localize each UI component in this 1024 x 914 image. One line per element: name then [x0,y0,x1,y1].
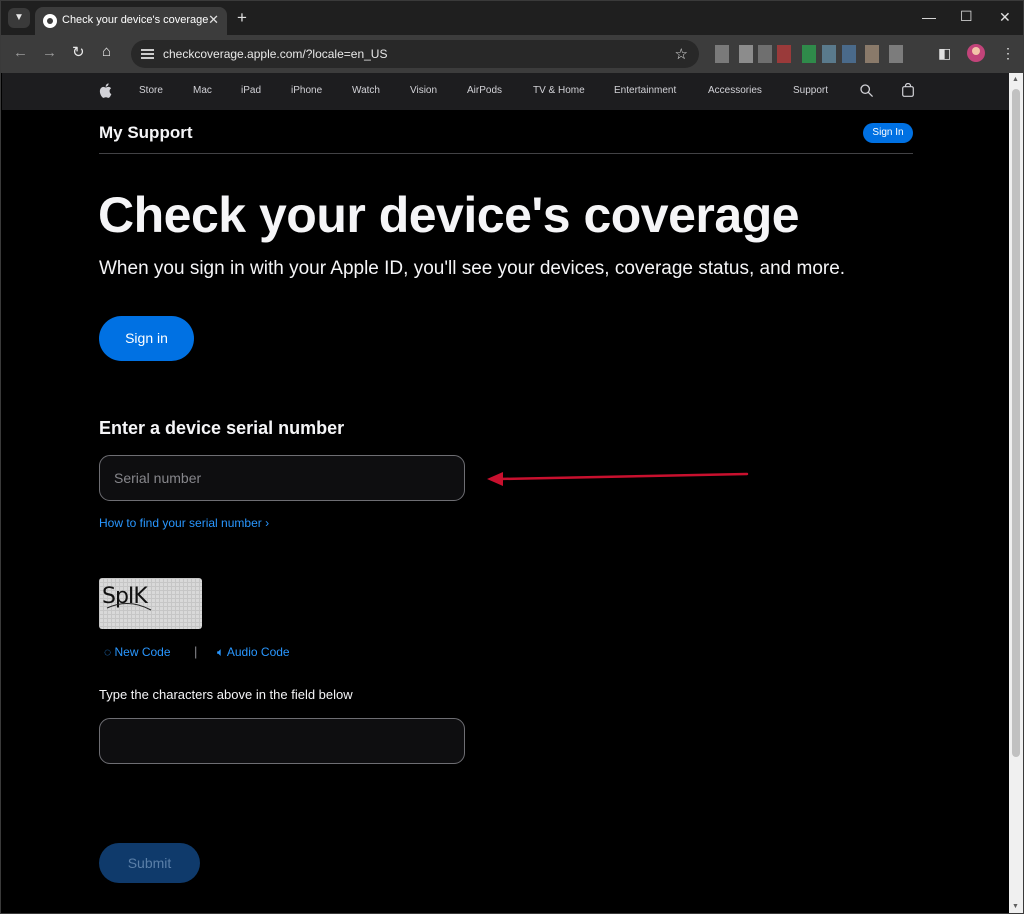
nav-item-accessories[interactable]: Accessories [708,85,762,96]
captcha-instruction: Type the characters above in the field b… [99,687,353,702]
page-subtitle: When you sign in with your Apple ID, you… [99,258,846,279]
tab-search-button[interactable]: ▼ [8,8,30,28]
extension-icon[interactable] [715,45,729,63]
tab-title: Check your device's coverage [62,14,209,26]
apple-logo-icon[interactable] [99,83,112,98]
refresh-icon: ◌ [104,645,112,659]
home-icon[interactable]: ⌂ [102,43,111,60]
nav-item-entertainment[interactable]: Entertainment [614,85,676,96]
new-code-link[interactable]: ◌ New Code [104,645,171,659]
nav-item-airpods[interactable]: AirPods [467,85,502,96]
nav-item-store[interactable]: Store [139,85,163,96]
browser-toolbar: ← → ↻ ⌂ checkcoverage.apple.com/?locale=… [1,35,1023,73]
scroll-down-icon[interactable]: ▼ [1012,903,1019,910]
site-settings-icon[interactable] [141,47,154,60]
page-scrollbar[interactable]: ▲ ▼ [1009,73,1023,913]
tab-close-icon[interactable]: ✕ [208,12,219,28]
extension-icon[interactable] [842,45,856,63]
scroll-up-icon[interactable]: ▲ [1012,76,1019,83]
maximize-icon[interactable]: ☐ [960,8,973,25]
nav-item-vision[interactable]: Vision [410,85,437,96]
window-close-icon[interactable]: ✕ [999,9,1011,26]
nav-item-mac[interactable]: Mac [193,85,212,96]
url-text: checkcoverage.apple.com/?locale=en_US [163,47,388,61]
serial-number-heading: Enter a device serial number [99,418,345,438]
tab-strip: ▼ Check your device's coverage ✕ + — ☐ ✕ [1,1,1023,35]
extension-icon[interactable] [802,45,816,63]
page-section-title: My Support [99,123,193,142]
header-divider [99,153,913,154]
extension-icon[interactable] [822,45,836,63]
scrollbar-thumb[interactable] [1012,89,1020,757]
audio-code-link[interactable]: 🔈︎ Audio Code [217,645,290,660]
forward-icon[interactable]: → [42,44,57,61]
annotation-arrow [487,472,749,486]
extension-icon[interactable] [889,45,903,63]
back-icon[interactable]: ← [13,44,28,61]
nav-item-iphone[interactable]: iPhone [291,85,322,96]
serial-number-field[interactable] [99,455,465,501]
nav-item-watch[interactable]: Watch [352,85,380,96]
shopping-bag-icon[interactable] [902,83,914,97]
search-icon[interactable] [860,84,873,97]
menu-kebab-icon[interactable]: ⋮ [1001,45,1015,62]
new-tab-button[interactable]: + [237,8,247,28]
header-sign-in-button[interactable]: Sign In [863,123,913,143]
captcha-input[interactable] [100,719,464,763]
audio-code-label: Audio Code [226,645,290,659]
minimize-icon[interactable]: — [922,9,936,25]
code-link-separator: | [194,644,198,659]
extension-icon[interactable] [758,45,772,63]
captcha-noise [106,603,152,611]
nav-item-support[interactable]: Support [793,85,828,96]
page-title: Check your device's coverage [98,187,800,243]
extension-icon[interactable] [739,45,753,63]
new-code-label: New Code [114,645,171,659]
speaker-icon: 🔈︎ [217,645,225,659]
apple-global-nav: Store Mac iPad iPhone Watch Vision AirPo… [2,73,1009,110]
chevron-down-icon: ▼ [14,12,24,23]
extension-icon[interactable] [777,45,791,63]
nav-item-ipad[interactable]: iPad [241,85,261,96]
find-serial-link[interactable]: How to find your serial number › [99,516,269,530]
side-panel-icon[interactable]: ◧ [938,45,951,62]
apple-favicon-icon [43,14,57,28]
bookmark-star-icon[interactable]: ☆ [675,45,688,63]
browser-window: ▼ Check your device's coverage ✕ + — ☐ ✕… [0,0,1024,914]
profile-avatar[interactable] [967,44,985,62]
captcha-field[interactable] [99,718,465,764]
nav-item-tv-home[interactable]: TV & Home [533,85,585,96]
sign-in-button[interactable]: Sign in [99,316,194,361]
page-content: My Support Sign In Check your device's c… [2,110,1009,913]
address-bar[interactable]: checkcoverage.apple.com/?locale=en_US ☆ [131,40,699,68]
active-tab[interactable]: Check your device's coverage ✕ [35,7,227,35]
submit-button[interactable]: Submit [99,843,200,883]
captcha-image: SpIK [99,578,202,629]
reload-icon[interactable]: ↻ [72,43,85,61]
extension-icon[interactable] [865,45,879,63]
serial-number-input[interactable] [100,456,464,500]
